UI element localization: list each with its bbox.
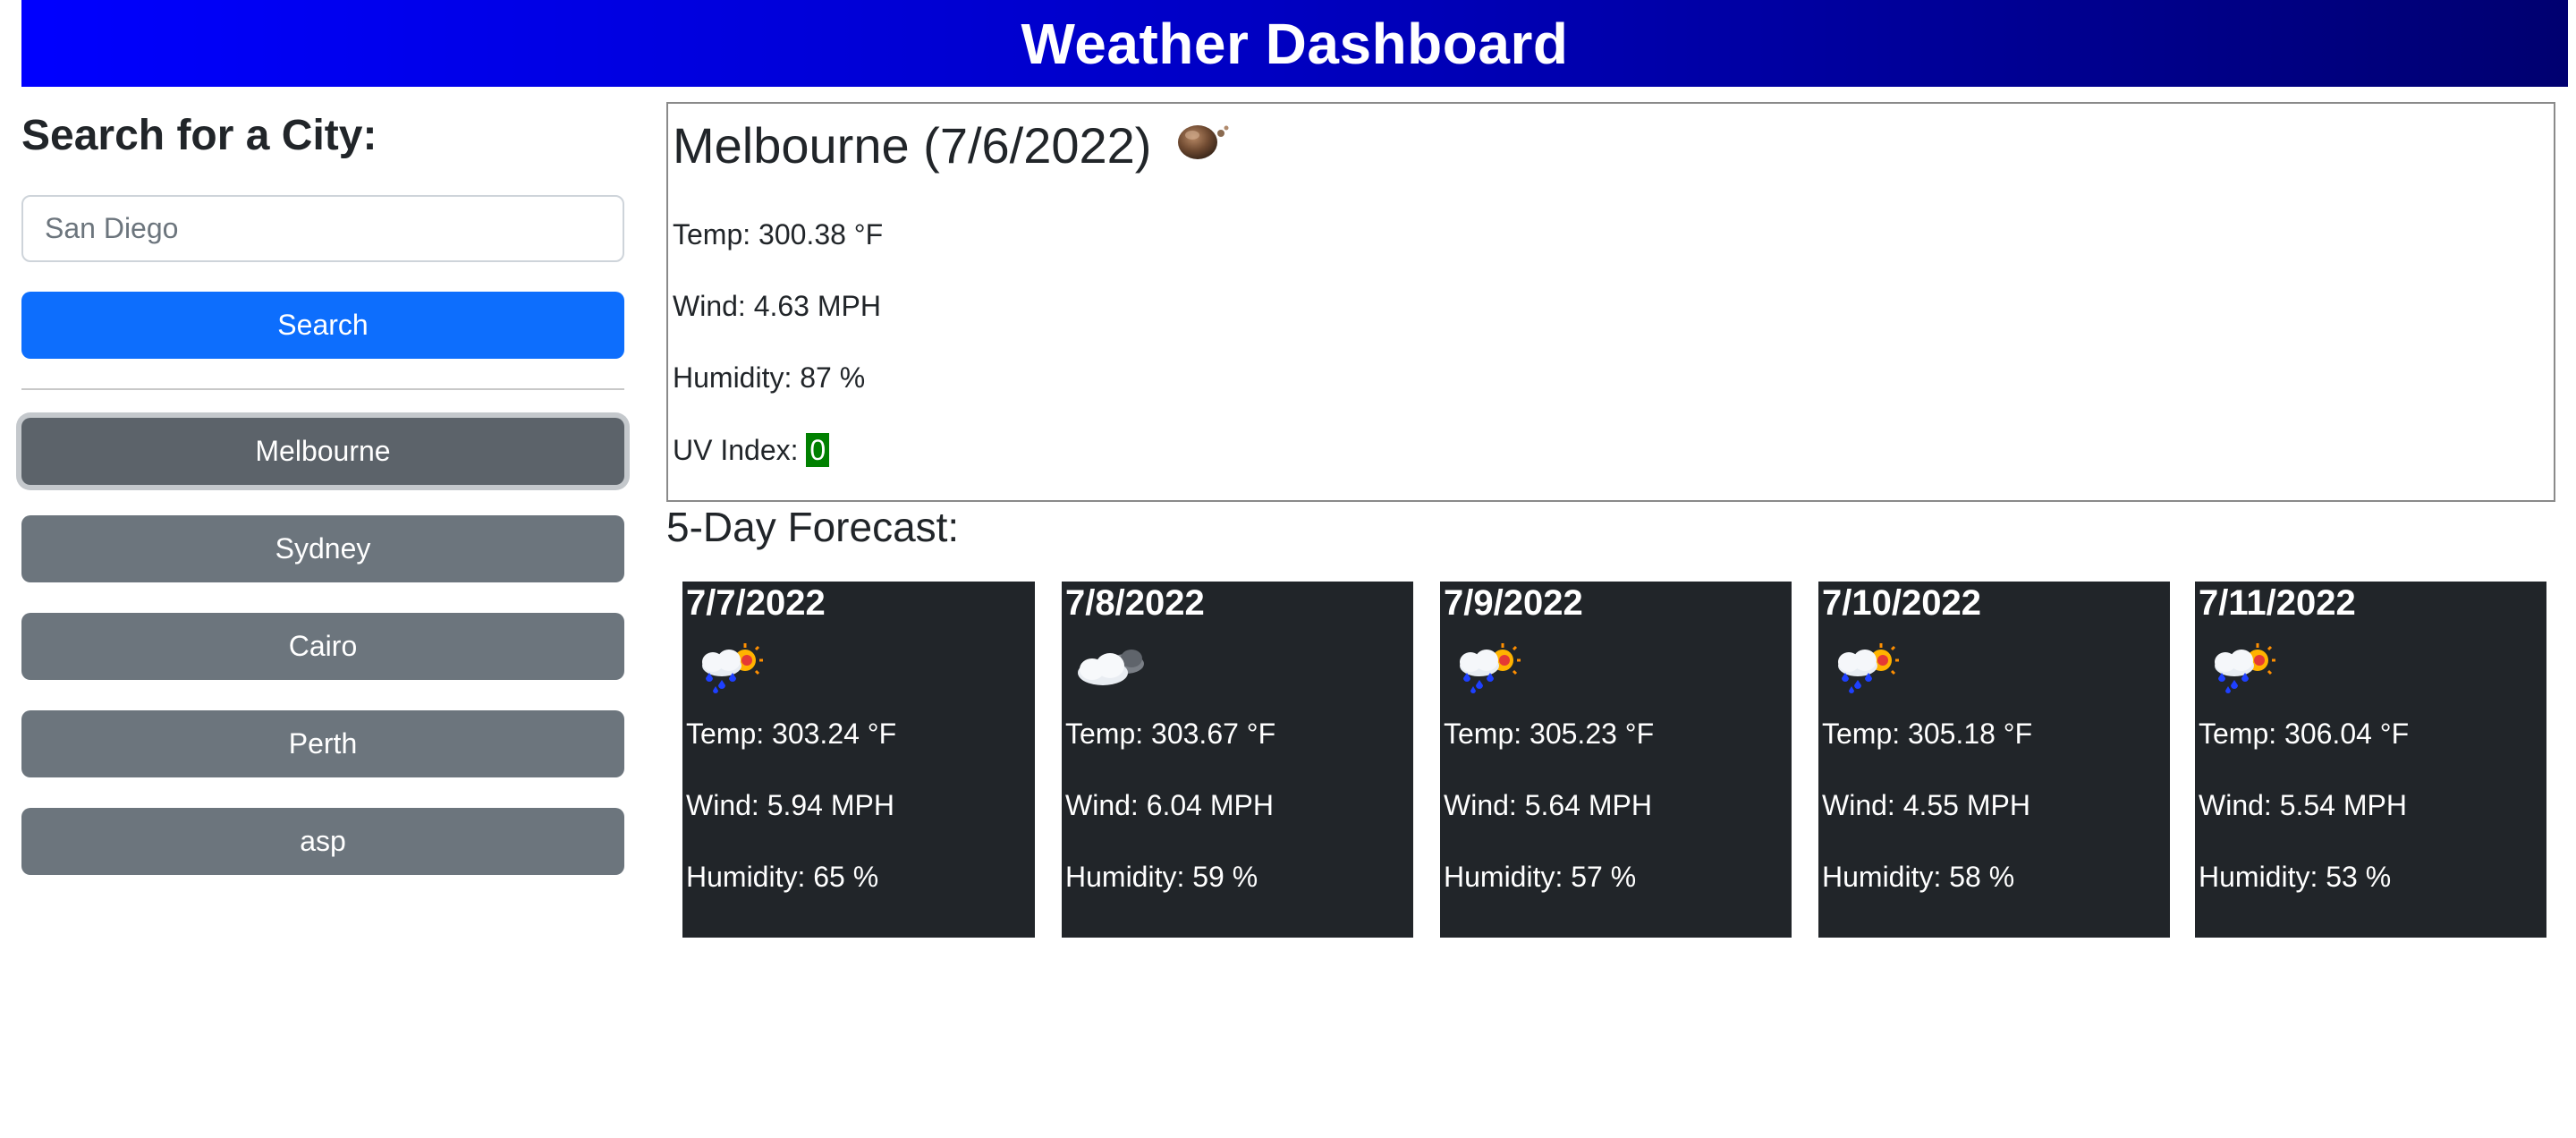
sidebar-divider	[21, 388, 624, 390]
forecast-card: 7/9/2022 Temp: 305.23 °F Wind: 5.64 MPH …	[1440, 582, 1792, 938]
forecast-humidity: Humidity: 53 %	[2199, 861, 2392, 893]
forecast-temp: Temp: 305.18 °F	[1822, 718, 2033, 750]
forecast-humidity: Humidity: 65 %	[686, 861, 879, 893]
current-temp: Temp: 300.38 °F	[673, 218, 884, 251]
current-city-date: Melbourne (7/6/2022)	[673, 117, 1152, 174]
app-header: Weather Dashboard	[21, 0, 2568, 87]
forecast-card: 7/10/2022 Temp: 305.18 °F Wind: 4.55 MPH…	[1818, 582, 2170, 938]
forecast-card: 7/11/2022 Temp: 306.04 °F Wind: 5.54 MPH…	[2195, 582, 2546, 938]
forecast-date: 7/8/2022	[1065, 583, 1205, 623]
forecast-wind: Wind: 6.04 MPH	[1065, 789, 1274, 821]
forecast-card: 7/7/2022 Temp: 303.24 °F Wind: 5.94 MPH …	[682, 582, 1035, 938]
history-button-perth[interactable]: Perth	[21, 710, 624, 777]
rain-sun-cloud-icon	[1451, 641, 1522, 699]
forecast-humidity: Humidity: 59 %	[1065, 861, 1258, 893]
forecast-date: 7/10/2022	[1822, 583, 1981, 623]
forecast-wind: Wind: 5.94 MPH	[686, 789, 894, 821]
forecast-humidity: Humidity: 58 %	[1822, 861, 2015, 893]
forecast-temp: Temp: 303.67 °F	[1065, 718, 1276, 750]
forecast-wind: Wind: 4.55 MPH	[1822, 789, 2030, 821]
forecast-temp: Temp: 303.24 °F	[686, 718, 897, 750]
forecast-humidity: Humidity: 57 %	[1444, 861, 1637, 893]
forecast-temp: Temp: 305.23 °F	[1444, 718, 1655, 750]
forecast-date: 7/11/2022	[2199, 583, 2356, 623]
rain-sun-cloud-icon	[2206, 641, 2277, 699]
forecast-date: 7/9/2022	[1444, 583, 1583, 623]
page-title: Weather Dashboard	[1021, 11, 1569, 76]
search-button[interactable]: Search	[21, 292, 624, 359]
forecast-date: 7/7/2022	[686, 583, 826, 623]
history-button-sydney[interactable]: Sydney	[21, 515, 624, 582]
search-heading: Search for a City:	[21, 112, 377, 159]
city-search-input[interactable]	[21, 195, 624, 262]
uv-label: UV Index:	[673, 434, 807, 466]
current-weather-title-row: Melbourne (7/6/2022)	[673, 116, 1232, 174]
history-button-melbourne[interactable]: Melbourne	[21, 418, 624, 485]
current-wind: Wind: 4.63 MPH	[673, 290, 881, 322]
current-humidity: Humidity: 87 %	[673, 361, 866, 394]
history-button-cairo[interactable]: Cairo	[21, 613, 624, 680]
forecast-wind: Wind: 5.54 MPH	[2199, 789, 2407, 821]
rain-sun-cloud-icon	[693, 641, 765, 699]
rain-sun-cloud-icon	[1829, 641, 1901, 699]
current-weather-panel: Melbourne (7/6/2022) Temp: 300.38 °F Win…	[666, 102, 2555, 502]
forecast-wind: Wind: 5.64 MPH	[1444, 789, 1652, 821]
uv-index-badge: 0	[806, 433, 830, 467]
forecast-heading: 5-Day Forecast:	[666, 504, 960, 550]
forecast-temp: Temp: 306.04 °F	[2199, 718, 2410, 750]
haze-icon	[1174, 112, 1232, 170]
history-button-asp[interactable]: asp	[21, 808, 624, 875]
current-uv-row: UV Index: 0	[673, 433, 830, 467]
forecast-card: 7/8/2022 Temp: 303.67 °F Wind: 6.04 MPH …	[1062, 582, 1413, 938]
cloudy-icon	[1072, 641, 1153, 699]
